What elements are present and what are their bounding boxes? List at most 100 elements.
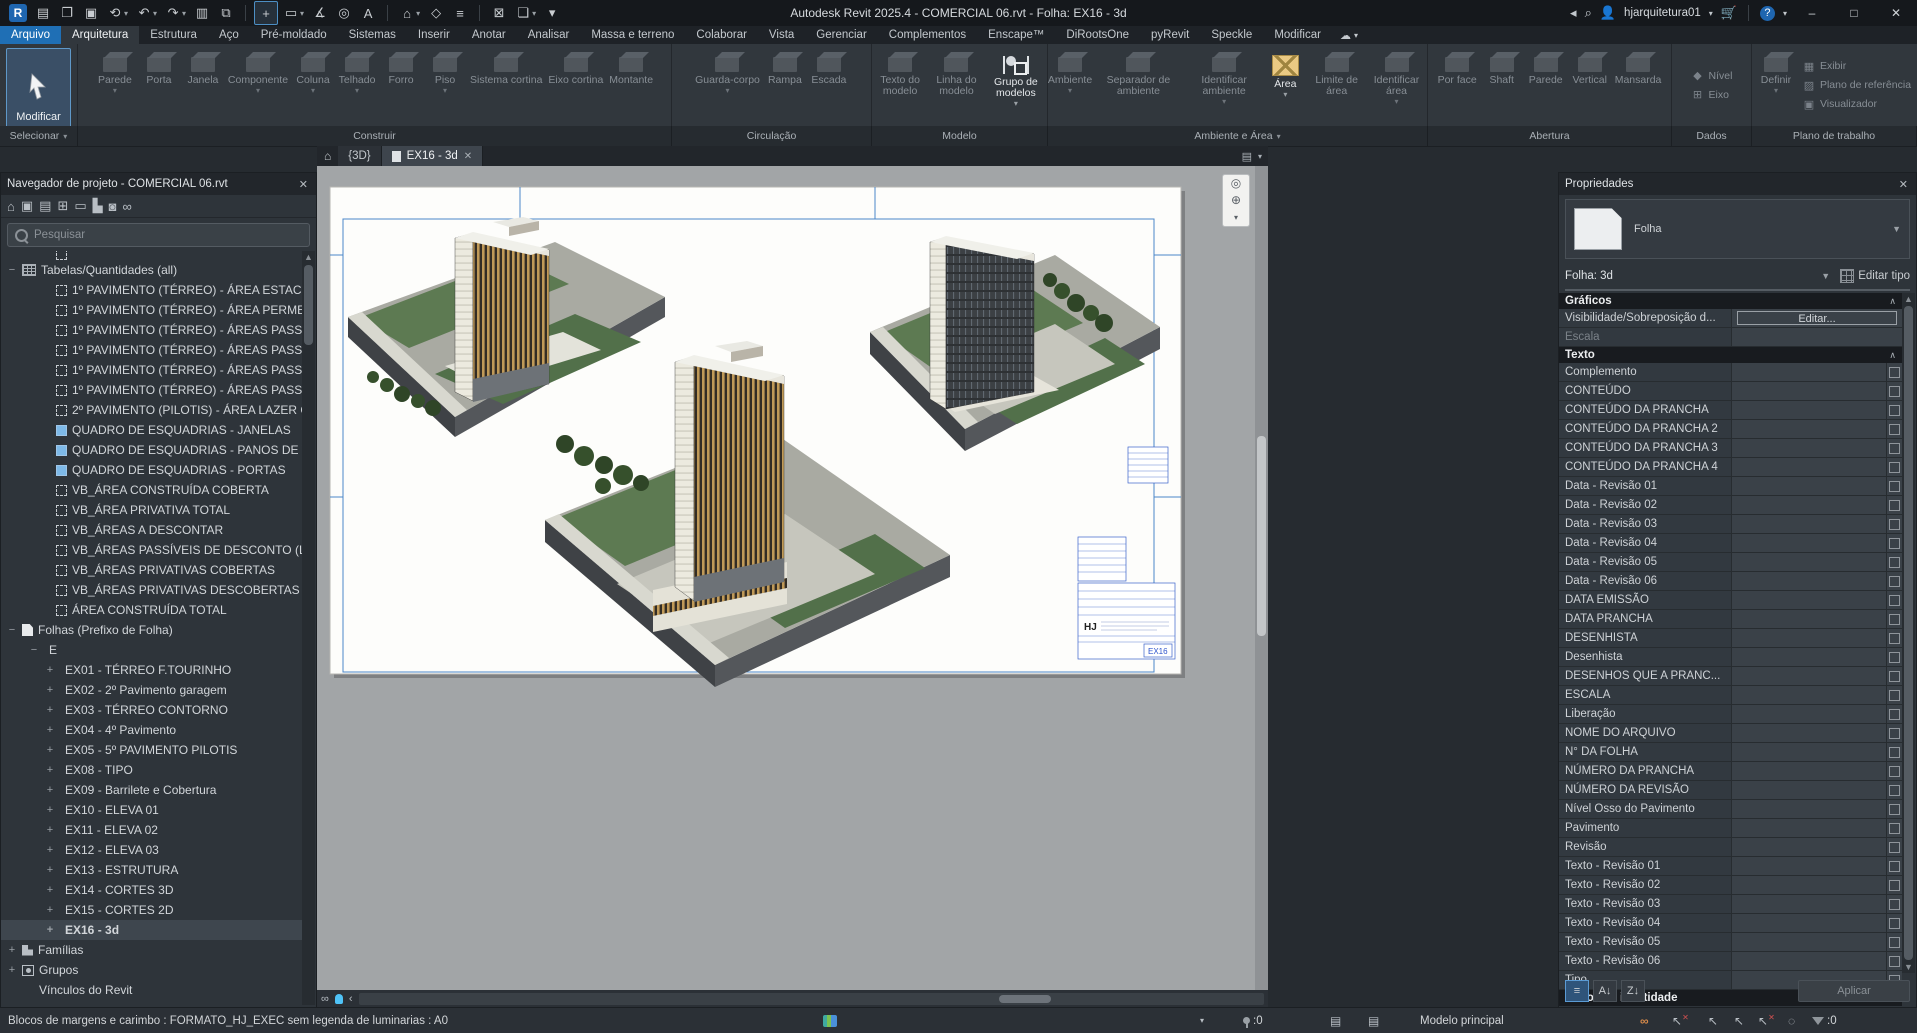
qat-button[interactable] [239, 2, 252, 24]
ribbon-button[interactable]: Linha do modelo [928, 46, 985, 98]
associate-parameter-button[interactable] [1886, 724, 1902, 742]
property-value[interactable] [1731, 800, 1886, 818]
property-value[interactable] [1731, 458, 1886, 476]
cloud-icon[interactable]: ☁ [1340, 29, 1351, 42]
browser-scrollbar-thumb[interactable] [304, 265, 313, 345]
tree-expander[interactable]: + [45, 684, 55, 696]
tree-item[interactable] [1, 251, 302, 260]
switch-windows-button[interactable]: ❏ ▾ [512, 2, 539, 24]
ribbon-button[interactable]: Grupo de modelos ▾ [985, 46, 1047, 109]
ribbon-button[interactable]: Área ▾ [1263, 46, 1307, 100]
panel-label-selecionar[interactable]: Selecionar▾ [0, 126, 78, 146]
help-icon[interactable]: ? [1760, 6, 1775, 21]
tab-sistemas[interactable]: Sistemas [338, 26, 407, 44]
dotted-circle-icon[interactable]: ◌ [1788, 1014, 1795, 1028]
property-value[interactable] [1731, 553, 1886, 571]
associate-parameter-button[interactable] [1886, 420, 1902, 438]
associate-parameter-button[interactable] [1886, 952, 1902, 970]
ribbon-button[interactable]: Ambiente ▾ [1048, 46, 1092, 96]
ribbon-button[interactable]: Por face [1435, 46, 1480, 87]
visualizador-button[interactable]: ▣ Visualizador [1798, 97, 1915, 112]
plano-referencia-button[interactable]: ▨ Plano de referência [1798, 78, 1915, 93]
tag-button[interactable]: ◎ [333, 2, 355, 24]
ribbon-button[interactable]: Parede [1524, 46, 1568, 87]
ribbon-button[interactable]: Shaft [1480, 46, 1524, 87]
close-properties-icon[interactable]: ✕ [1897, 178, 1910, 191]
tab-arquitetura[interactable]: Arquitetura [61, 26, 139, 44]
tree-item[interactable]: + EX11 - ELEVA 02 [1, 820, 302, 840]
browser-home-icon[interactable]: ⌂ [7, 199, 15, 214]
associate-parameter-button[interactable] [1886, 819, 1902, 837]
instance-selector[interactable]: Folha: 3d [1565, 270, 1613, 282]
property-value[interactable] [1731, 534, 1886, 552]
modify-tool-button[interactable]: + [254, 1, 278, 25]
tab-estrutura[interactable]: Estrutura [139, 26, 208, 44]
tree-item[interactable]: 1º PAVIMENTO (TÉRREO) - ÁREAS PASSÍVEIS … [1, 360, 302, 380]
associate-parameter-button[interactable] [1886, 857, 1902, 875]
property-value[interactable] [1731, 743, 1886, 761]
property-value[interactable] [1731, 572, 1886, 590]
close-tab-icon[interactable]: ✕ [464, 151, 472, 162]
tree-expander[interactable]: − [29, 644, 39, 656]
associate-parameter-button[interactable] [1886, 610, 1902, 628]
default-3d-view-button[interactable]: ⌂ ▾ [396, 2, 423, 24]
tree-item[interactable]: + EX15 - CORTES 2D [1, 900, 302, 920]
tree-expander[interactable]: + [45, 804, 55, 816]
tab-dirootsone[interactable]: DiRootsOne [1055, 26, 1140, 44]
ribbon-button[interactable]: Rampa [763, 46, 807, 87]
ribbon-button[interactable]: Vertical [1568, 46, 1612, 87]
associate-parameter-button[interactable] [1886, 876, 1902, 894]
browser-groups-icon[interactable]: ◙ [109, 199, 117, 214]
edit-button[interactable]: Editar... [1737, 311, 1896, 325]
revit-logo[interactable]: R [6, 2, 30, 24]
tab-aco[interactable]: Aço [208, 26, 250, 44]
browser-link-icon[interactable]: ∞ [123, 199, 132, 214]
associate-parameter-button[interactable] [1886, 648, 1902, 666]
associate-parameter-button[interactable] [1886, 762, 1902, 780]
collapse-section-icon[interactable]: ∧ [1889, 350, 1896, 361]
ribbon-button[interactable]: Separador de ambiente [1092, 46, 1185, 98]
tree-group-familias[interactable]: + Famílias [1, 940, 302, 960]
property-value[interactable] [1731, 610, 1886, 628]
apply-button[interactable]: Aplicar [1798, 980, 1910, 1002]
associate-parameter-button[interactable] [1886, 458, 1902, 476]
tree-item[interactable]: QUADRO DE ESQUADRIAS - JANELAS [1, 420, 302, 440]
associate-parameter-button[interactable] [1886, 781, 1902, 799]
info-center-button[interactable]: ▤ [32, 2, 54, 24]
tree-expander[interactable]: + [45, 724, 55, 736]
ribbon-button[interactable]: Forro [379, 46, 423, 87]
drawing-area[interactable]: ⌂ {3D} EX16 - 3d ✕ ▤ [317, 146, 1268, 1008]
tree-group-vinculos[interactable]: Vínculos do Revit [1, 980, 302, 1000]
tree-item[interactable]: QUADRO DE ESQUADRIAS - PANOS DE VIDRO [1, 440, 302, 460]
modificar-button[interactable]: Modificar [6, 48, 71, 130]
tree-item[interactable]: ÁREA CONSTRUÍDA TOTAL [1, 600, 302, 620]
aligned-dimension-button[interactable]: ∡ [309, 2, 331, 24]
property-value[interactable] [1731, 648, 1886, 666]
tree-item[interactable]: VB_ÁREAS PRIVATIVAS DESCOBERTAS [1, 580, 302, 600]
ribbon-button[interactable]: Escada [807, 46, 851, 87]
link-cursor-icon[interactable]: ↖ [1734, 1014, 1744, 1028]
tree-item[interactable]: QUADRO DE ESQUADRIAS - PORTAS [1, 460, 302, 480]
browser-views-icon[interactable]: ▣ [21, 198, 33, 214]
nivel-button[interactable]: ◆ Nível [1687, 68, 1737, 83]
tab-complementos[interactable]: Complementos [878, 26, 977, 44]
sync-button[interactable]: ⟲ ▾ [104, 2, 131, 24]
property-value[interactable] [1731, 762, 1886, 780]
tree-expander[interactable]: + [45, 824, 55, 836]
tree-item[interactable]: + EX09 - Barrilete e Cobertura [1, 780, 302, 800]
minimize-button[interactable]: – [1795, 1, 1829, 25]
ribbon-button[interactable]: Porta [137, 46, 181, 87]
tree-expander[interactable]: + [45, 864, 55, 876]
ribbon-button[interactable]: Coluna ▾ [291, 46, 335, 96]
redo-button[interactable]: ↷ ▾ [162, 2, 189, 24]
tab-colaborar[interactable]: Colaborar [685, 26, 758, 44]
property-value[interactable] [1731, 724, 1886, 742]
property-value[interactable] [1731, 705, 1886, 723]
sort-az-button[interactable]: A↓ [1593, 980, 1617, 1002]
tree-item[interactable]: + EX04 - 4º Pavimento [1, 720, 302, 740]
associate-parameter-button[interactable] [1886, 667, 1902, 685]
properties-scrollbar[interactable]: ▲ ▼ [1902, 293, 1915, 973]
close-browser-icon[interactable]: ✕ [297, 178, 310, 191]
editable-only-chevron-icon[interactable]: ▾ [1200, 1016, 1204, 1025]
property-value[interactable] [1731, 876, 1886, 894]
